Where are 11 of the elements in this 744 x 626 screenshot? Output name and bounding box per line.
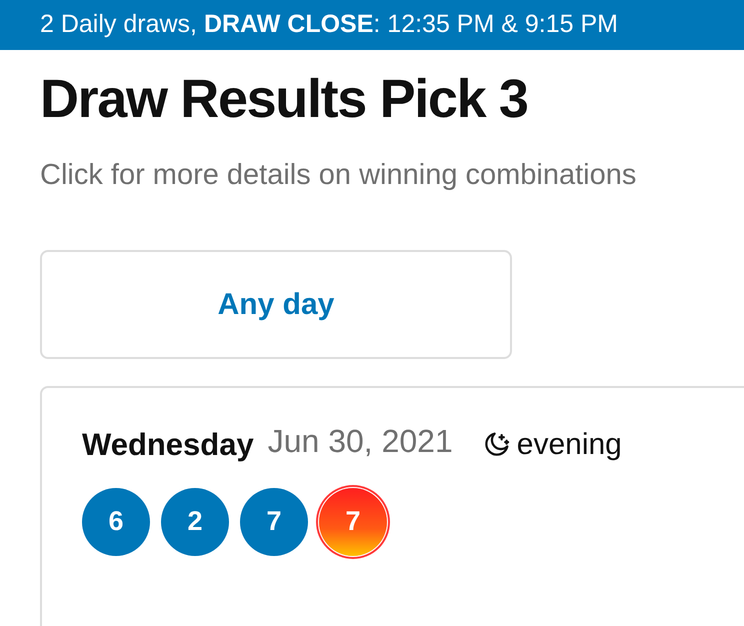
day-filter-button[interactable]: Any day: [40, 250, 512, 358]
weekday: Wednesday: [82, 428, 254, 462]
draw-schedule-text: 2 Daily draws, DRAW CLOSE: 12:35 PM & 9:15 PM: [40, 9, 618, 40]
drawn-number: 6: [82, 488, 150, 556]
draw-date: Jun 30, 2021: [268, 424, 453, 458]
fireball-number: 7: [319, 488, 387, 556]
draw-period: evening: [516, 428, 622, 462]
page-title: Draw Results Pick 3: [40, 68, 529, 131]
subtitle: Click for more details on winning combinations: [40, 158, 638, 193]
drawn-number: 2: [161, 488, 229, 556]
drawn-number: 7: [240, 488, 308, 556]
